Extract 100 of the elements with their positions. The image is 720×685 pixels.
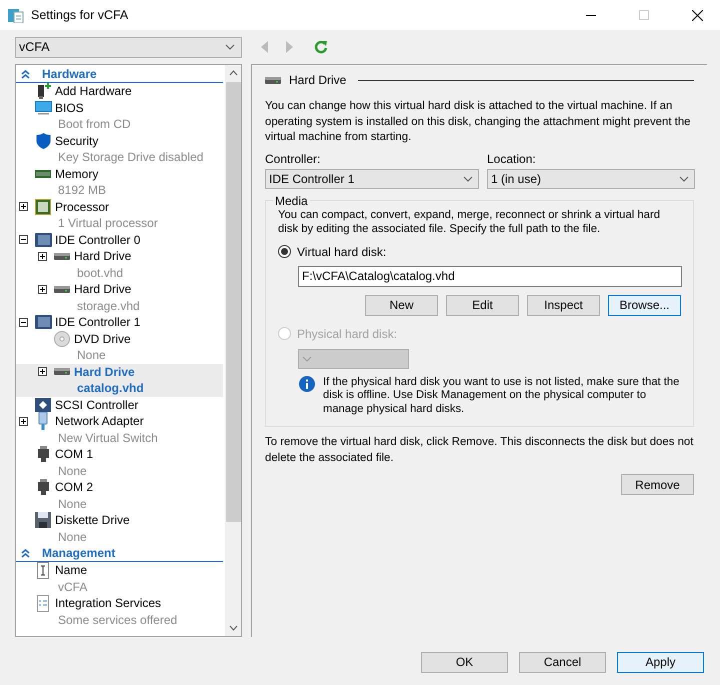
tree-item-name: SCSI Controller: [55, 396, 138, 413]
group-title: Media: [274, 194, 309, 208]
radio-button[interactable]: [278, 245, 291, 258]
tree-item[interactable]: Add Hardware: [16, 83, 223, 100]
window-title: Settings for vCFA: [31, 8, 130, 22]
tree-item-name: IDE Controller 0: [55, 232, 140, 248]
collapse-icon[interactable]: [19, 235, 28, 244]
tree-item-name: Hard Drive: [74, 248, 132, 264]
tree-item[interactable]: IDE Controller 0: [16, 232, 223, 248]
section-header[interactable]: Management: [16, 545, 223, 562]
tree-item-name: Name: [55, 562, 88, 578]
settings-window-icon: [8, 7, 24, 23]
tree-item[interactable]: COM 2 None: [16, 479, 223, 512]
tree-item-detail: None: [57, 496, 88, 512]
tree-item[interactable]: Memory 8192 MB: [16, 166, 223, 198]
tree-item-name: Hard Drive: [74, 281, 132, 298]
collapse-icon[interactable]: [19, 318, 28, 327]
tree-item-detail: vCFA: [57, 578, 88, 595]
tree-item[interactable]: Network Adapter New Virtual Switch: [16, 413, 223, 446]
tree-item-name: Add Hardware: [55, 83, 132, 100]
monitor-icon: [34, 100, 52, 115]
media-button[interactable]: New: [365, 294, 438, 316]
hard-drive-icon: [54, 252, 70, 260]
expand-icon[interactable]: [19, 416, 28, 426]
tree-item[interactable]: Hard Drive storage.vhd: [16, 281, 223, 314]
expand-icon[interactable]: [38, 252, 47, 261]
tree-item[interactable]: IDE Controller 1: [16, 314, 223, 330]
close-icon[interactable]: [692, 10, 702, 20]
tree-item[interactable]: Hard Drive catalog.vhd: [16, 364, 223, 396]
tree-item[interactable]: DVD Drive None: [16, 330, 223, 364]
tree-item-detail: boot.vhd: [76, 264, 124, 281]
scrollbar[interactable]: [225, 65, 241, 636]
tree-item-detail: catalog.vhd: [76, 380, 144, 396]
expand-icon[interactable]: [38, 367, 47, 376]
tree-item-name: Processor: [55, 198, 110, 215]
info-icon: [299, 376, 315, 392]
caret-icon[interactable]: [679, 176, 689, 182]
tree-item-name: Security: [55, 132, 100, 149]
memory-icon: [35, 168, 51, 179]
tree-item-detail: 1 Virtual processor: [57, 215, 158, 232]
tree-item-detail: New Virtual Switch: [57, 430, 158, 446]
tree-item[interactable]: Hard Drive boot.vhd: [16, 248, 223, 281]
tree-item-detail: None: [76, 347, 107, 364]
controller-icon: [34, 314, 52, 330]
media-button[interactable]: Inspect: [527, 294, 600, 316]
network-plug-icon: [38, 412, 48, 430]
tree-item[interactable]: Diskette Drive None: [16, 512, 223, 545]
media-button[interactable]: Browse...: [608, 294, 681, 316]
serial-port-icon: [38, 479, 48, 496]
tree-item-name: DVD Drive: [74, 330, 131, 347]
dialog-button[interactable]: Cancel: [519, 652, 606, 672]
tree-item[interactable]: BIOS Boot from CD: [16, 100, 223, 132]
tree-item[interactable]: Integration Services Some services offered: [16, 595, 223, 628]
shield-icon: [36, 132, 50, 149]
section-header[interactable]: Hardware: [16, 66, 223, 83]
minimize-icon[interactable]: [586, 14, 596, 16]
scsi-controller-icon: [35, 398, 51, 412]
caret-icon[interactable]: [463, 176, 473, 182]
media-description: You can compact, convert, expand, merge, reconnect or shrink a virtual hard disk by editing the associated file. Specify the full path to the file.: [278, 208, 661, 236]
processor-icon: [35, 198, 51, 215]
hard-drive-icon: [265, 76, 281, 84]
dialog-button[interactable]: Apply: [617, 652, 704, 672]
section-title: Hardware: [42, 67, 97, 81]
remove-description: To remove the virtual hard disk, click Remove. This disconnects the disk but does not delete the associated file.: [265, 435, 694, 466]
tree-item[interactable]: Security Key Storage Drive disabled: [16, 132, 223, 166]
tree-item-detail: Some services offered: [57, 612, 178, 628]
tree-item-detail: None: [57, 528, 88, 545]
media-button[interactable]: Edit: [446, 294, 519, 316]
refresh-icon[interactable]: [314, 40, 328, 54]
description-text: You can change how this virtual hard disk is attached to the virtual machine. If an operating system is installed on this disk, changing the attachment might prevent the virtual machine from starting.: [265, 99, 692, 145]
hard-drive-icon: [54, 368, 70, 376]
tree-item[interactable]: Name vCFA: [16, 562, 223, 595]
tree-item-name: Integration Services: [55, 595, 162, 612]
path-input[interactable]: F:\vCFA\Catalog\catalog.vhd: [298, 266, 682, 286]
tree-item-detail: storage.vhd: [76, 298, 140, 314]
tree-item-name: Memory: [55, 166, 100, 182]
hard-drive-icon: [54, 286, 70, 293]
tree-item[interactable]: Processor 1 Virtual processor: [16, 198, 223, 232]
radio-label: Physical hard disk:: [297, 326, 398, 342]
caret-icon[interactable]: [225, 44, 235, 50]
expand-icon[interactable]: [38, 284, 47, 294]
info-text: If the physical hard disk you want to use is not listed, make sure that the disk is offline. Use Disk Management on the physical computer to manage physical hard disks.: [323, 376, 680, 416]
field-label: Location:: [487, 150, 537, 166]
location-dropdown[interactable]: 1 (in use): [487, 168, 695, 188]
tree-item-detail: Key Storage Drive disabled: [57, 149, 204, 166]
tree-item[interactable]: COM 1 None: [16, 446, 223, 479]
controller-dropdown[interactable]: IDE Controller 1: [265, 168, 479, 188]
tree-item-name: COM 1: [55, 446, 94, 462]
remove-button[interactable]: Remove: [621, 474, 694, 495]
tree-item[interactable]: SCSI Controller: [16, 396, 223, 413]
add-hardware-icon: [36, 82, 50, 100]
disc-icon: [54, 330, 70, 347]
vm-selector[interactable]: vCFA: [15, 36, 242, 58]
double-chevron-icon[interactable]: [21, 548, 30, 558]
double-chevron-icon[interactable]: [21, 70, 30, 78]
dialog-button[interactable]: OK: [421, 652, 508, 672]
tree-item-detail: Boot from CD: [57, 116, 131, 132]
expand-icon[interactable]: [19, 202, 28, 212]
tree-item-name: Diskette Drive: [55, 512, 130, 528]
tree-item-name: Hard Drive: [74, 364, 136, 380]
